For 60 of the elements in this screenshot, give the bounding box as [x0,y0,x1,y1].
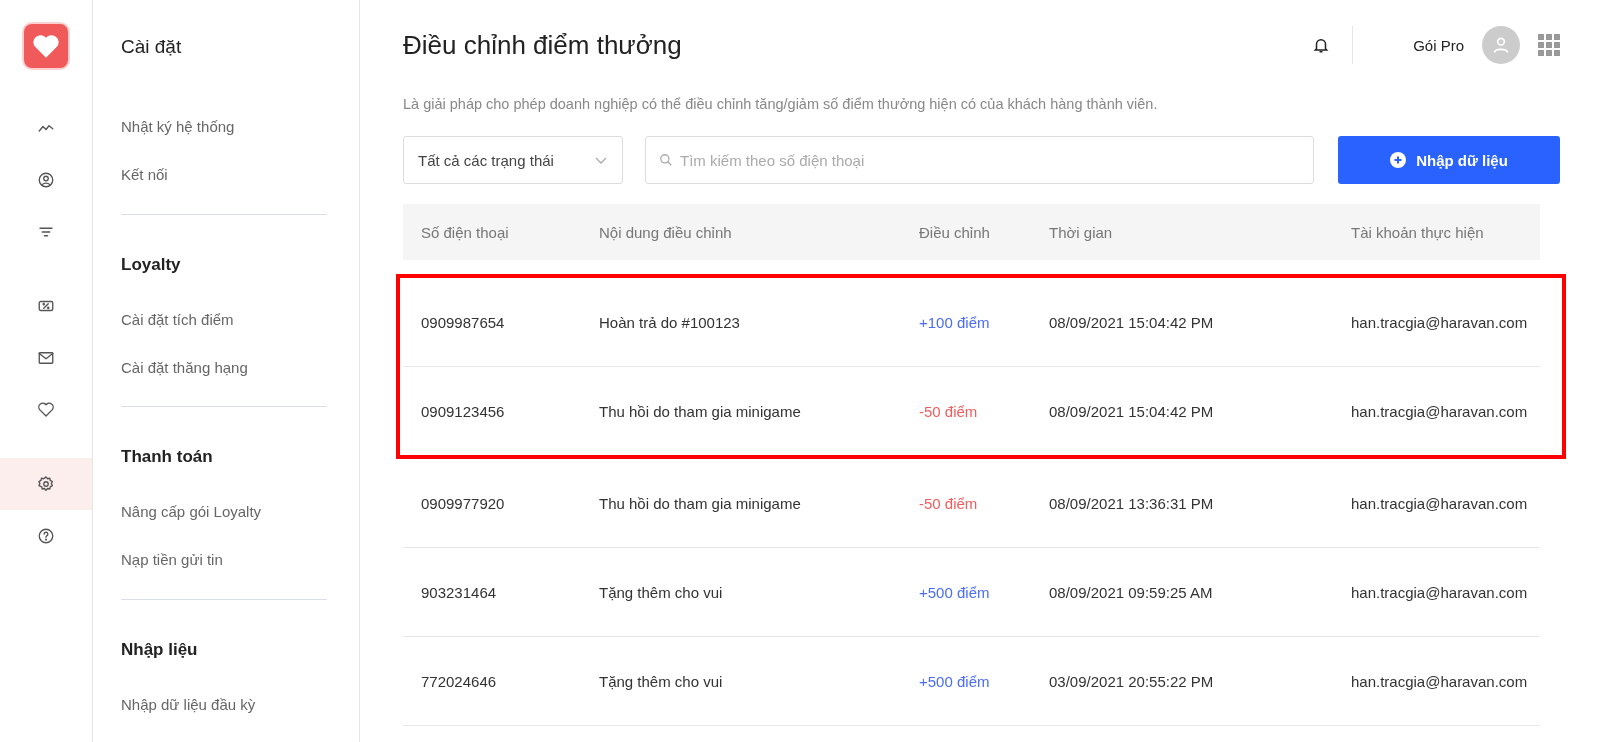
plus-circle-icon [1390,152,1407,168]
mail-icon [37,349,55,367]
user-circle-icon [37,171,55,189]
sidebar-item[interactable]: Nạp tiền gửi tin [121,549,327,598]
plan-label: Gói Pro [1413,36,1464,54]
sidebar-item[interactable]: Nhập dữ liệu đầu kỳ [121,694,327,742]
table-cell-text: han.tracgia@haravan.com [1351,583,1529,601]
table-cell-text: Tặng thêm cho vui [598,672,724,690]
table-cell-text: 08/09/2021 15:04:42 PM [1048,402,1215,420]
table-cell-text: 903231464 [420,583,498,601]
heart-icon [37,401,55,419]
sidebar-item[interactable]: Nhật ký hệ thống [121,116,327,164]
table-cell-text: 772024646 [420,672,498,690]
points-adjustment: -50 điểm [918,494,979,512]
table-cell-text: 08/09/2021 15:04:42 PM [1048,313,1215,331]
column-header: Điều chỉnh [918,223,991,241]
points-adjustment: -50 điểm [918,402,979,420]
import-button[interactable]: Nhập dữ liệu [1338,136,1560,184]
notification-bell-icon[interactable] [1312,36,1331,54]
page-title: Điều chỉnh điểm thưởng [403,29,682,61]
nav-item[interactable] [0,458,92,510]
table-cell-text: han.tracgia@haravan.com [1351,672,1529,690]
column-header: Số điện thoại [420,223,510,241]
search-field[interactable]: Tìm kiếm theo số điện thoại [645,136,1314,184]
apps-grid-icon[interactable] [1538,34,1560,56]
table-cell-text: Thu hồi do tham gia minigame [598,494,802,512]
avatar-icon[interactable] [1482,26,1520,64]
search-icon [659,153,673,167]
points-adjustment: +500 điểm [918,672,991,690]
column-header: Thời gian [1048,223,1114,241]
table-cell-text: 0909123456 [420,402,506,420]
table-cell-text: 03/09/2021 20:55:22 PM [1048,672,1215,690]
app-logo[interactable] [24,24,68,68]
sidebar-heading: Nhập liệu [121,640,199,661]
sidebar-item[interactable]: Nâng cấp gói Loyalty [121,501,327,550]
heart-icon [32,33,60,59]
table-cell-text: 08/09/2021 13:36:31 PM [1048,494,1215,512]
table-cell-text: Tặng thêm cho vui [598,583,724,601]
status-dropdown[interactable]: Tất cả các trạng thái [403,136,623,184]
page-description: Là giải pháp cho phép doanh nghiệp có thể điều chỉnh tăng/giảm số điểm thưởng hiện có của khách hàng thành viên. [403,96,1159,112]
column-header: Nội dung điều chỉnh [598,223,733,241]
table-cell-text: han.tracgia@haravan.com [1351,494,1529,512]
table-cell-text: han.tracgia@haravan.com [1351,313,1529,331]
points-adjustment: +100 điểm [918,313,991,331]
table-cell-text: Thu hồi do tham gia minigame [598,402,802,420]
help-icon [37,527,55,545]
table-cell-text: han.tracgia@haravan.com [1351,402,1529,420]
sidebar-title: Cài đặt [121,36,183,58]
column-header: Tài khoản thực hiện [1351,223,1485,241]
settings-icon [37,475,55,493]
table-cell-text: 0909977920 [420,494,506,512]
table-cell-text: 0909987654 [420,313,506,331]
table-cell-text: 08/09/2021 09:59:25 AM [1048,583,1214,601]
sidebar-heading: Loyalty [121,254,182,275]
points-adjustment: +500 điểm [918,583,991,601]
table-cell-text: Hoàn trả do #100123 [598,313,741,331]
sidebar-heading: Thanh toán [121,447,214,468]
sidebar-item[interactable]: Kết nối [121,163,327,212]
sidebar-item[interactable]: Cài đặt thăng hạng [121,356,327,405]
sidebar-item[interactable]: Cài đặt tích điểm [121,308,327,357]
